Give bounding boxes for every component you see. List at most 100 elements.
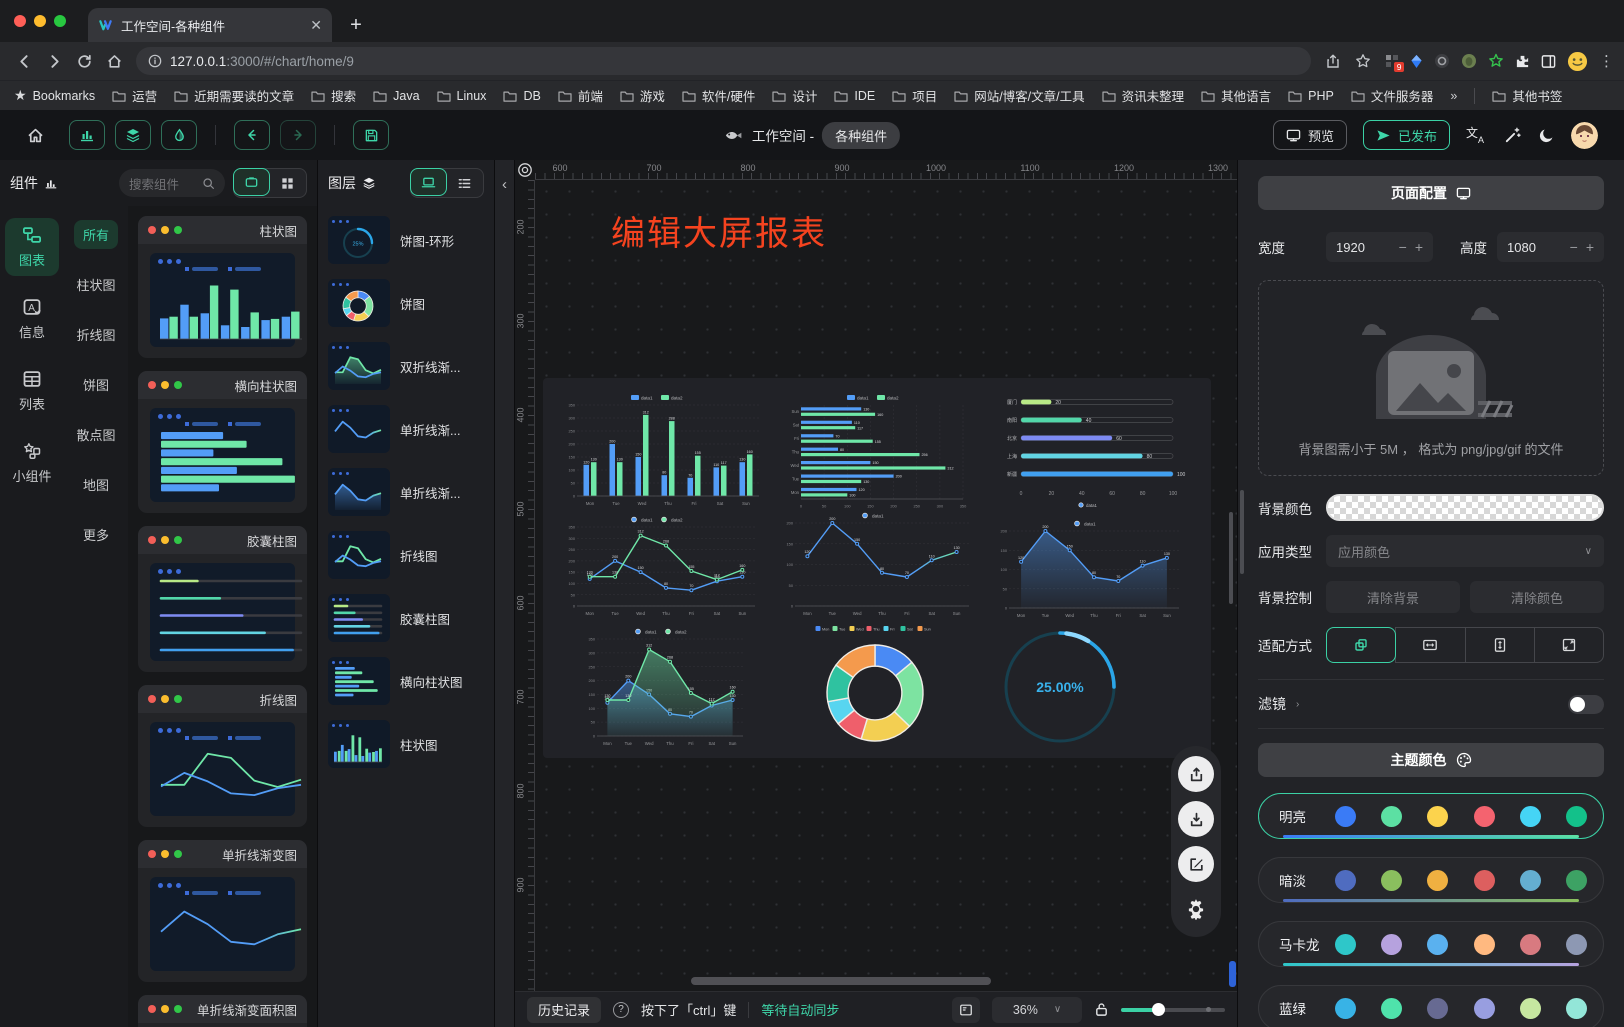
reload-icon[interactable]	[70, 47, 98, 75]
chart-area-dual[interactable]: data1data2050100150200250300350120200150…	[577, 626, 753, 750]
home-icon[interactable]	[100, 47, 128, 75]
component-card[interactable]: 单折线渐变图	[138, 840, 307, 982]
bookmark-item[interactable]: IDE	[834, 86, 875, 105]
lock-icon[interactable]	[1094, 1002, 1109, 1017]
category-item-1[interactable]: 柱状图	[68, 270, 125, 299]
clear-color-button[interactable]: 清除颜色	[1470, 581, 1604, 613]
minus-button[interactable]: −	[1570, 239, 1578, 255]
publish-button[interactable]: 已发布	[1363, 120, 1450, 150]
bookmark-item[interactable]: Java	[373, 86, 419, 105]
category-item-4[interactable]: 散点图	[68, 420, 125, 449]
layer-item[interactable]: 饼图	[328, 279, 484, 327]
forward-icon[interactable]	[40, 47, 68, 75]
chevron-right-icon[interactable]: ›	[1296, 699, 1299, 710]
slider-knob[interactable]	[1152, 1003, 1165, 1016]
extension-star-icon[interactable]	[1488, 53, 1504, 69]
canvas-chart-board[interactable]: data1data2050100150200250300350120130Mon…	[543, 378, 1211, 758]
back-icon[interactable]	[10, 47, 38, 75]
fit-scale-button[interactable]	[1326, 627, 1396, 663]
bookmark-item[interactable]: 资讯未整理	[1102, 86, 1185, 105]
chart-area-single[interactable]: data10501001502001202001508070110130MonT…	[989, 518, 1189, 622]
new-tab-button[interactable]: +	[342, 11, 370, 39]
browser-menu-icon[interactable]: ⋮	[1599, 52, 1614, 70]
theme-color-header[interactable]: 主题颜色	[1258, 743, 1604, 777]
clear-background-button[interactable]: 清除背景	[1326, 581, 1460, 613]
help-icon[interactable]: ?	[613, 1002, 629, 1018]
bookmark-item[interactable]: 项目	[892, 86, 937, 105]
background-upload-dropzone[interactable]: 背景图需小于 5M ， 格式为 png/jpg/gif 的文件	[1258, 280, 1604, 476]
bookmarks-root[interactable]: ★Bookmarks	[14, 87, 95, 104]
bookmark-item[interactable]: Linux	[437, 86, 487, 105]
export-button[interactable]	[1178, 756, 1214, 792]
zoom-select[interactable]: 36%∨	[992, 997, 1082, 1023]
bookmark-item[interactable]: 前端	[558, 86, 603, 105]
project-name-pill[interactable]: 各种组件	[822, 122, 900, 149]
editor-canvas[interactable]: 6007008009001000110012001300 20030040050…	[515, 160, 1237, 1027]
extensions-puzzle-icon[interactable]	[1515, 54, 1530, 69]
fit-height-button[interactable]	[1465, 627, 1535, 663]
extension-pin-icon[interactable]	[1410, 54, 1423, 69]
bookmark-item[interactable]: 网站/博客/文章/工具	[954, 86, 1084, 105]
chart-donut[interactable]: MonTueWedThuFriSatSun	[785, 622, 965, 750]
site-info-icon[interactable]	[148, 54, 162, 68]
layer-item[interactable]: 横向柱状图	[328, 657, 484, 705]
theme-row-3[interactable]: 蓝绿	[1258, 985, 1604, 1027]
eye-icon[interactable]	[517, 162, 533, 178]
theme-row-0[interactable]: 明亮	[1258, 793, 1604, 839]
layer-item[interactable]: 柱状图	[328, 720, 484, 768]
save-button[interactable]	[353, 120, 389, 150]
height-stepper[interactable]: 1080−+	[1497, 232, 1604, 262]
layer-item[interactable]: 双折线渐...	[328, 342, 484, 390]
language-icon[interactable]: 文A	[1466, 125, 1488, 145]
bookmark-star-icon[interactable]	[1349, 47, 1377, 75]
extension-grid-icon[interactable]: 9	[1385, 54, 1399, 68]
address-bar[interactable]: 127.0.0.1:3000/#/chart/home/9	[136, 47, 1311, 75]
minus-button[interactable]: −	[1399, 239, 1407, 255]
theme-row-1[interactable]: 暗淡	[1258, 857, 1604, 903]
width-stepper[interactable]: 1920−+	[1326, 232, 1433, 262]
history-button[interactable]: 历史记录	[527, 997, 601, 1023]
bookmark-item[interactable]: 运营	[112, 86, 157, 105]
category-item-3[interactable]: 饼图	[74, 370, 118, 399]
bookmark-item[interactable]: 文件服务器	[1351, 86, 1434, 105]
preview-button[interactable]: 预览	[1273, 120, 1347, 150]
close-window-button[interactable]	[14, 15, 26, 27]
redo-button[interactable]	[280, 120, 316, 150]
app-type-select[interactable]: 应用颜色∨	[1326, 535, 1604, 567]
edit-button[interactable]	[1178, 846, 1214, 882]
magic-wand-icon[interactable]	[1504, 126, 1522, 144]
extension-circle-icon[interactable]	[1461, 53, 1477, 69]
plus-button[interactable]: +	[1586, 239, 1594, 255]
layer-item[interactable]: 单折线渐...	[328, 405, 484, 453]
tab-close-icon[interactable]: ✕	[310, 17, 322, 34]
search-input[interactable]: 搜索组件	[119, 169, 225, 197]
list-view-toggle[interactable]	[446, 169, 483, 197]
user-avatar[interactable]	[1571, 122, 1598, 149]
bg-color-swatch[interactable]	[1326, 494, 1604, 521]
minimize-window-button[interactable]	[34, 15, 46, 27]
collapse-layers-button[interactable]: ‹	[495, 160, 515, 1027]
single-view-toggle[interactable]	[233, 168, 270, 196]
chart-line-dual[interactable]: data1data2050100150200250300350120200150…	[557, 514, 765, 620]
category-item-5[interactable]: 地图	[74, 470, 118, 499]
panel-scrollbar[interactable]	[1240, 490, 1244, 574]
chart-line-single[interactable]: data10501001502001202001508070110130MonT…	[775, 510, 979, 620]
side-panel-icon[interactable]	[1541, 54, 1556, 69]
fit-stretch-button[interactable]	[1534, 627, 1604, 663]
component-card[interactable]: 折线图	[138, 685, 307, 827]
horizontal-scrollbar[interactable]	[691, 977, 991, 985]
bookmark-item[interactable]: PHP	[1288, 86, 1334, 105]
dark-mode-moon-icon[interactable]	[1538, 127, 1555, 144]
chart-hbar-grouped[interactable]: data1data2050100150200250300350120100Mon…	[775, 392, 979, 510]
scroll-corner-thumb[interactable]	[1229, 961, 1236, 987]
share-icon[interactable]	[1319, 47, 1347, 75]
detail-panel-toggle-button[interactable]	[161, 120, 197, 150]
plus-button[interactable]: +	[1415, 239, 1423, 255]
app-home-icon[interactable]	[26, 126, 45, 145]
component-card[interactable]: 柱状图	[138, 216, 307, 358]
filter-toggle[interactable]	[1568, 695, 1604, 714]
undo-button[interactable]	[234, 120, 270, 150]
page-config-header[interactable]: 页面配置	[1258, 176, 1604, 210]
component-card[interactable]: 单折线渐变面积图	[138, 995, 307, 1027]
category-item-0[interactable]: 所有	[74, 220, 118, 249]
